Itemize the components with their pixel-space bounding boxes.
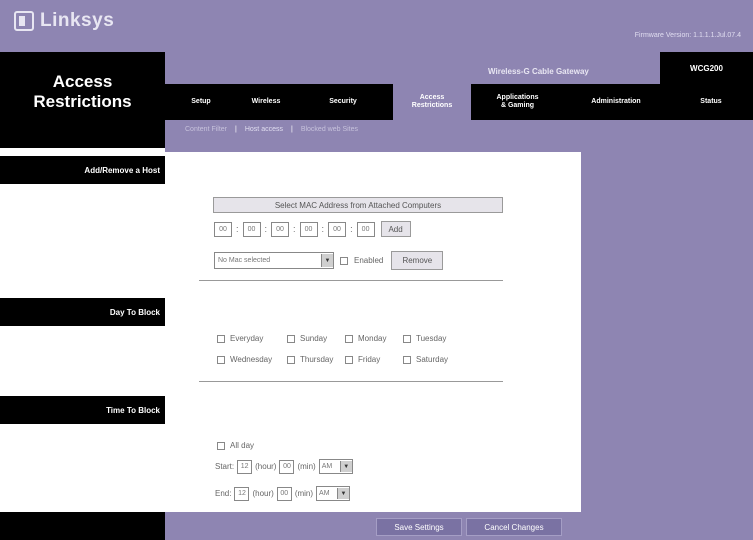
page-title-line2: Restrictions — [33, 92, 132, 111]
enabled-checkbox[interactable] — [340, 256, 348, 265]
start-min-field[interactable]: 00 — [279, 459, 295, 474]
chevron-down-icon: ▼ — [321, 254, 333, 267]
end-label: End: — [215, 489, 232, 498]
right-fill — [581, 140, 753, 512]
tab-administration[interactable]: Administration — [572, 84, 660, 120]
tab-wireless[interactable]: Wireless — [236, 84, 296, 120]
end-time-row: End: 12 (hour) 00 (min) AM ▼ — [215, 486, 351, 501]
mac-octet-3[interactable]: 00 — [271, 221, 290, 237]
start-ampm-select[interactable]: AM ▼ — [318, 459, 353, 474]
friday-checkbox[interactable] — [345, 355, 353, 364]
sub-tabs: Content Filter | Host access | Blocked w… — [185, 126, 358, 133]
min-label: (min) — [297, 462, 316, 471]
tuesday-checkbox[interactable] — [403, 334, 411, 343]
end-min-field[interactable]: 00 — [276, 486, 292, 501]
everyday-checkbox[interactable] — [217, 334, 225, 343]
page-title-line1: Access — [52, 72, 113, 91]
mac-octet-5[interactable]: 00 — [328, 221, 347, 237]
thursday-checkbox[interactable] — [287, 355, 295, 364]
subtab-separator: | — [290, 126, 293, 133]
subtab-separator: | — [235, 126, 237, 133]
colon-separator: : — [236, 224, 239, 234]
save-settings-button[interactable]: Save Settings — [376, 518, 462, 536]
colon-separator: : — [350, 224, 353, 234]
hour-label: (hour) — [255, 462, 277, 471]
chevron-down-icon: ▼ — [339, 461, 352, 472]
host-select-value: No Mac selected — [218, 257, 271, 264]
linksys-logo: Linksys — [14, 10, 114, 32]
subtab-host-access[interactable]: Host access — [245, 126, 283, 133]
tab-security[interactable]: Security — [306, 84, 380, 120]
tab-setup[interactable]: Setup — [176, 84, 226, 120]
colon-separator: : — [321, 224, 325, 234]
sub-nav-strip — [165, 140, 581, 152]
mac-octet-4[interactable]: 00 — [299, 221, 318, 237]
divider — [199, 280, 503, 281]
section-label-add-remove: Add/Remove a Host — [84, 165, 160, 175]
tab-applications-gaming[interactable]: Applications & Gaming — [475, 84, 560, 120]
divider — [199, 381, 503, 382]
colon-separator: : — [264, 224, 268, 234]
all-day-row: All day — [217, 441, 254, 450]
start-ampm-value: AM — [321, 463, 333, 470]
linksys-logo-icon — [14, 11, 34, 31]
saturday-checkbox[interactable] — [403, 355, 411, 364]
mac-octet-2[interactable]: 00 — [242, 221, 261, 237]
monday-label: Monday — [358, 334, 387, 343]
tab-apps-line2: & Gaming — [500, 102, 535, 109]
wednesday-checkbox[interactable] — [217, 355, 225, 364]
logo-text: Linksys — [40, 10, 115, 31]
section-label-day-to-block: Day To Block — [109, 307, 160, 317]
end-hour-field[interactable]: 12 — [234, 486, 250, 501]
start-label: Start: — [215, 462, 235, 471]
model-number: WCG200 — [660, 52, 753, 84]
host-select-row: No Mac selected ▼ Enabled Remove — [214, 251, 444, 270]
monday-checkbox[interactable] — [345, 334, 353, 343]
add-button[interactable]: Add — [380, 221, 411, 237]
firmware-version: Firmware Version: 1.1.1.1.Jul.07.4 — [634, 32, 741, 39]
chevron-down-icon: ▼ — [337, 488, 350, 499]
saturday-label: Saturday — [416, 355, 449, 364]
sunday-label: Sunday — [300, 334, 328, 343]
all-day-checkbox[interactable] — [217, 441, 225, 450]
thursday-label: Thursday — [300, 355, 334, 364]
bottom-left-block — [0, 512, 165, 540]
friday-label: Friday — [358, 355, 381, 364]
all-day-label: All day — [230, 441, 255, 450]
tab-apps-line1: Applications — [496, 94, 539, 101]
everyday-label: Everyday — [230, 334, 264, 343]
min-label: (min) — [294, 489, 314, 498]
tab-access-line1: Access — [419, 94, 445, 101]
host-select[interactable]: No Mac selected ▼ — [214, 252, 334, 269]
end-ampm-value: AM — [319, 490, 330, 497]
tuesday-label: Tuesday — [416, 334, 447, 343]
sunday-checkbox[interactable] — [287, 334, 295, 343]
start-hour-field[interactable]: 12 — [237, 459, 253, 474]
select-mac-button[interactable]: Select MAC Address from Attached Compute… — [213, 197, 503, 213]
section-label-time-to-block: Time To Block — [106, 405, 160, 415]
days-row-2: Wednesday Thursday Friday Saturday — [217, 355, 448, 364]
days-row-1: Everyday Sunday Monday Tuesday — [217, 334, 446, 343]
product-name: Wireless-G Cable Gateway — [488, 67, 589, 76]
hour-label: (hour) — [252, 489, 274, 498]
cancel-changes-button[interactable]: Cancel Changes — [466, 518, 562, 536]
page-title: Access Restrictions — [0, 72, 165, 112]
start-time-row: Start: 12 (hour) 00 (min) AM ▼ — [215, 459, 353, 474]
end-ampm-select[interactable]: AM ▼ — [316, 486, 351, 501]
remove-button[interactable]: Remove — [391, 251, 444, 270]
tab-status[interactable]: Status — [676, 84, 746, 120]
enabled-label: Enabled — [354, 256, 384, 265]
tab-access-restrictions[interactable]: Access Restrictions — [393, 84, 471, 120]
mac-address-row: 00 : 00 : 00 : 00 : 00 : 00 Add — [214, 221, 411, 237]
mac-octet-6[interactable]: 00 — [356, 221, 375, 237]
mac-octet-1[interactable]: 00 — [214, 221, 232, 237]
wednesday-label: Wednesday — [230, 355, 273, 364]
subtab-content-filter[interactable]: Content Filter — [185, 126, 227, 133]
tab-access-line2: Restrictions — [411, 102, 453, 109]
colon-separator: : — [293, 224, 296, 234]
subtab-blocked-keywords[interactable]: Blocked web Sites — [301, 126, 358, 133]
